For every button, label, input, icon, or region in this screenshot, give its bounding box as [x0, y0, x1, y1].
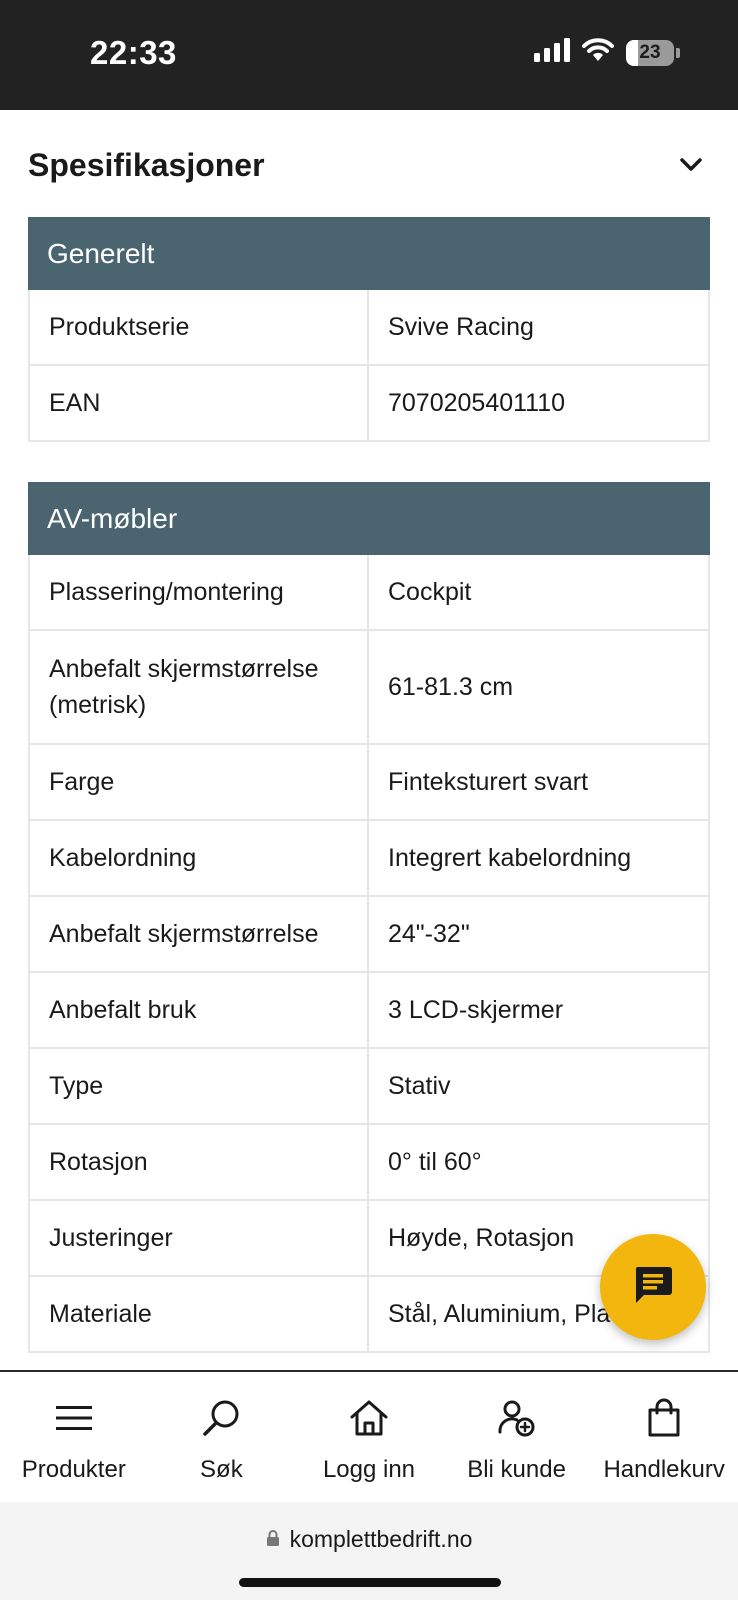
spec-label: Justeringer	[30, 1201, 369, 1275]
spec-value: 61-81.3 cm	[388, 672, 514, 701]
table-row: Farge Finteksturert svart	[28, 745, 710, 821]
wifi-icon	[582, 38, 614, 67]
battery-tip	[676, 47, 680, 58]
spec-value: Stativ	[388, 1071, 451, 1100]
chat-icon	[631, 1263, 675, 1312]
status-time: 22:33	[90, 34, 177, 71]
signal-icon	[534, 38, 570, 67]
nav-item-register[interactable]: Bli kunde	[443, 1372, 591, 1502]
spec-value: Integrert kabelordning	[388, 843, 632, 872]
spec-label: Materiale	[30, 1277, 369, 1351]
spec-label: Anbefalt bruk	[30, 973, 369, 1047]
spec-label: Plassering/montering	[30, 555, 369, 629]
nav-label: Handlekurv	[603, 1456, 725, 1483]
table-row: Anbefalt skjermstørrelse (metrisk) 61-81…	[28, 631, 710, 745]
url-display[interactable]: komplettbedrift.no	[0, 1526, 738, 1553]
nav-label: Logg inn	[322, 1456, 416, 1483]
spec-label: Farge	[30, 745, 369, 819]
table-row: Anbefalt skjermstørrelse 24"-32"	[28, 897, 710, 973]
home-indicator[interactable]	[239, 1578, 501, 1587]
spec-value: 3 LCD-skjermer	[388, 995, 564, 1024]
nav-label: Søk	[200, 1456, 243, 1483]
search-icon	[199, 1396, 243, 1440]
add-user-icon	[495, 1396, 539, 1440]
spec-label: Rotasjon	[30, 1125, 369, 1199]
spec-value: Finteksturert svart	[388, 767, 589, 796]
status-icons: 23	[534, 38, 680, 67]
spec-table-av-furniture: AV-møbler Plassering/montering Cockpit A…	[28, 482, 710, 1353]
spec-label: Produktserie	[30, 290, 369, 364]
table-row: Plassering/montering Cockpit	[28, 555, 710, 631]
nav-item-products[interactable]: Produkter	[0, 1372, 148, 1502]
nav-label: Produkter	[21, 1456, 126, 1483]
table-heading: Generelt	[28, 217, 710, 290]
spec-value: Cockpit	[388, 577, 472, 606]
table-heading: AV-møbler	[28, 482, 710, 555]
spec-value: 24"-32"	[388, 919, 470, 948]
spec-label: EAN	[30, 366, 369, 440]
spec-value: Svive Racing	[388, 312, 534, 341]
battery-icon: 23	[626, 39, 674, 66]
table-row: EAN 7070205401110	[28, 366, 710, 442]
url-text: komplettbedrift.no	[289, 1526, 473, 1552]
nav-item-cart[interactable]: Handlekurv	[590, 1372, 738, 1502]
section-title: Spesifikasjoner	[28, 146, 265, 183]
spec-table-general: Generelt Produktserie Svive Racing EAN 7…	[28, 217, 710, 442]
browser-url-bar[interactable]: komplettbedrift.no	[0, 1502, 738, 1600]
table-row: Rotasjon 0° til 60°	[28, 1125, 710, 1201]
spec-label: Anbefalt skjermstørrelse (metrisk)	[30, 631, 369, 743]
spec-value: 0° til 60°	[388, 1147, 482, 1176]
shopping-bag-icon	[642, 1396, 686, 1440]
battery-level: 23	[639, 41, 661, 63]
spec-value: 7070205401110	[388, 388, 566, 417]
lock-icon	[266, 1526, 280, 1553]
table-row: Produktserie Svive Racing	[28, 290, 710, 366]
status-bar: 22:33 23	[0, 0, 738, 110]
spec-label: Kabelordning	[30, 821, 369, 895]
nav-item-search[interactable]: Søk	[148, 1372, 296, 1502]
home-icon	[347, 1396, 391, 1440]
bottom-nav: Produkter Søk Logg inn Bli kunde Handlek…	[0, 1370, 738, 1502]
spec-label: Type	[30, 1049, 369, 1123]
table-row: Type Stativ	[28, 1049, 710, 1125]
nav-label: Bli kunde	[467, 1456, 566, 1483]
menu-icon	[52, 1396, 96, 1440]
chevron-down-icon[interactable]	[676, 150, 706, 180]
table-row: Anbefalt bruk 3 LCD-skjermer	[28, 973, 710, 1049]
table-row: Kabelordning Integrert kabelordning	[28, 821, 710, 897]
nav-item-login[interactable]: Logg inn	[295, 1372, 443, 1502]
spec-label: Anbefalt skjermstørrelse	[30, 897, 369, 971]
specifications-header[interactable]: Spesifikasjoner	[28, 140, 710, 190]
chat-button[interactable]	[600, 1234, 706, 1340]
